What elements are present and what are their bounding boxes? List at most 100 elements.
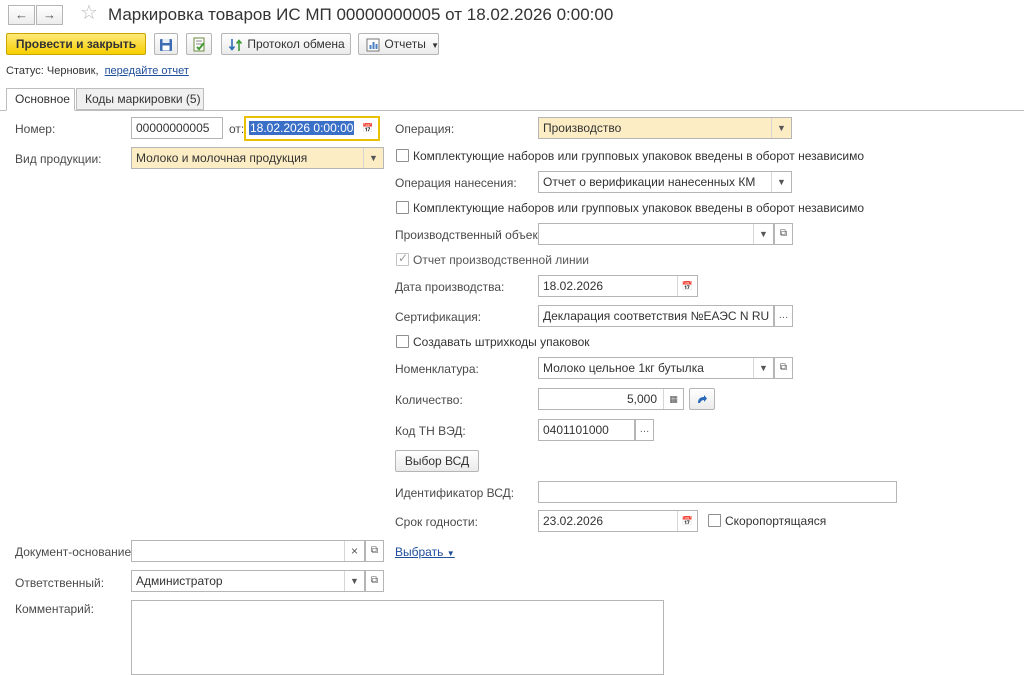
calendar-icon[interactable]: 📅	[677, 276, 697, 296]
arrow-left-icon: ←	[15, 7, 28, 22]
report-icon	[366, 38, 380, 52]
comment-field[interactable]	[131, 600, 664, 675]
number-value: 00000000005	[136, 121, 210, 135]
production-date-field[interactable]: 18.02.2026 📅	[538, 275, 698, 297]
perishable-label: Скоропортящаяся	[725, 514, 827, 528]
calendar-icon[interactable]: 📅	[677, 511, 697, 531]
base-document-label: Документ-основание:	[15, 545, 135, 559]
production-object-label: Производственный объект:	[395, 228, 547, 242]
status-line: Статус: Черновик, передайте отчет	[6, 65, 189, 77]
quantity-field[interactable]: 5,000 ▦	[538, 388, 684, 410]
floppy-disk-icon	[160, 38, 172, 51]
application-operation-label: Операция нанесения:	[395, 176, 517, 190]
forward-button[interactable]: →	[36, 5, 63, 25]
components-checkbox-1-label: Комплектующие наборов или групповых упак…	[413, 149, 865, 163]
nomenclature-value: Молоко цельное 1кг бутылка	[543, 361, 704, 375]
select-tnved-button[interactable]: …	[635, 419, 654, 441]
application-operation-value: Отчет о верификации нанесенных КМ	[543, 175, 756, 189]
post-and-close-button[interactable]: Провести и закрыть	[6, 33, 146, 55]
vsd-id-label: Идентификатор ВСД:	[395, 486, 515, 500]
application-operation-field[interactable]: Отчет о верификации нанесенных КМ ▼	[538, 171, 792, 193]
tab-divider	[0, 110, 1024, 111]
open-form-icon: ⧉	[779, 228, 788, 239]
open-production-object-button[interactable]: ⧉	[774, 223, 793, 245]
responsible-field[interactable]: Администратор ▼	[131, 570, 365, 592]
line-report-checkbox	[396, 251, 409, 266]
responsible-label: Ответственный:	[15, 576, 105, 590]
open-responsible-button[interactable]: ⧉	[365, 570, 384, 592]
date-field[interactable]: 18.02.2026 0:00:00 📅	[244, 116, 380, 141]
redo-arrow-icon	[698, 394, 707, 403]
perishable-checkbox[interactable]	[708, 514, 721, 527]
dropdown-arrow-icon[interactable]: ▼	[753, 358, 773, 378]
certification-label: Сертификация:	[395, 310, 482, 324]
responsible-value: Администратор	[136, 574, 223, 588]
date-value: 18.02.2026 0:00:00	[249, 121, 355, 135]
components-checkbox-2[interactable]	[396, 201, 409, 214]
operation-label: Операция:	[395, 122, 455, 136]
clear-icon[interactable]: ×	[344, 541, 364, 561]
product-type-label: Вид продукции:	[15, 152, 102, 166]
certification-field[interactable]: Декларация соответствия №ЕАЭС N RU Д-	[538, 305, 774, 327]
components-checkbox-2-label: Комплектующие наборов или групповых упак…	[413, 201, 865, 215]
date-from-label: от:	[229, 122, 245, 136]
open-form-icon: ⧉	[779, 362, 788, 373]
reports-label: Отчеты	[384, 37, 426, 51]
number-field[interactable]: 00000000005	[131, 117, 223, 139]
open-base-document-button[interactable]: ⧉	[365, 540, 384, 562]
exchange-icon	[228, 38, 243, 51]
tnved-code-label: Код ТН ВЭД:	[395, 424, 466, 438]
choose-link[interactable]: Выбрать ▼	[395, 545, 455, 559]
vsd-id-field[interactable]	[538, 481, 897, 503]
operation-field[interactable]: Производство ▼	[538, 117, 792, 139]
calendar-icon[interactable]: 📅	[358, 118, 378, 139]
open-form-icon: ⧉	[370, 575, 379, 586]
select-vsd-button[interactable]: Выбор ВСД	[395, 450, 479, 472]
calculator-icon[interactable]: ▦	[663, 389, 683, 409]
expiry-label: Срок годности:	[395, 515, 478, 529]
tnved-code-field[interactable]: 0401101000	[538, 419, 635, 441]
dropdown-arrow-icon[interactable]: ▼	[363, 148, 383, 168]
star-icon[interactable]: ☆	[80, 2, 98, 24]
dropdown-arrow-icon[interactable]: ▼	[344, 571, 364, 591]
recalculate-button[interactable]	[689, 388, 715, 410]
product-type-value: Молоко и молочная продукция	[136, 151, 308, 165]
exchange-protocol-button[interactable]: Протокол обмена	[221, 33, 351, 55]
tnved-code-value: 0401101000	[543, 423, 609, 437]
line-report-label: Отчет производственной линии	[413, 253, 590, 267]
dropdown-arrow-icon[interactable]: ▼	[771, 172, 791, 192]
operation-value: Производство	[543, 121, 622, 135]
quantity-value: 5,000	[626, 392, 657, 406]
select-certification-button[interactable]: …	[774, 305, 793, 327]
send-report-link[interactable]: передайте отчет	[105, 65, 189, 77]
open-form-icon: ⧉	[370, 545, 379, 556]
dropdown-arrow-icon[interactable]: ▼	[771, 118, 791, 138]
post-button[interactable]	[186, 33, 212, 55]
back-button[interactable]: ←	[8, 5, 35, 25]
dropdown-arrow-icon[interactable]: ▼	[753, 224, 773, 244]
status-value: Черновик,	[46, 65, 99, 77]
product-type-field[interactable]: Молоко и молочная продукция ▼	[131, 147, 384, 169]
open-nomenclature-button[interactable]: ⧉	[774, 357, 793, 379]
arrow-right-icon: →	[43, 7, 56, 22]
tab-marking-codes[interactable]: Коды маркировки (5)	[76, 88, 204, 110]
create-barcodes-checkbox[interactable]	[396, 335, 409, 348]
ellipsis-icon: …	[639, 424, 650, 435]
dropdown-arrow-icon: ▼	[446, 549, 455, 558]
expiry-value: 23.02.2026	[543, 514, 604, 528]
page-title: Маркировка товаров ИС МП 00000000005 от …	[108, 5, 614, 24]
number-label: Номер:	[15, 122, 56, 136]
reports-button[interactable]: Отчеты ▼	[358, 33, 439, 55]
base-document-field[interactable]: ×	[131, 540, 365, 562]
nomenclature-field[interactable]: Молоко цельное 1кг бутылка ▼	[538, 357, 774, 379]
dropdown-arrow-icon: ▼	[431, 41, 440, 50]
production-date-value: 18.02.2026	[543, 279, 604, 293]
tab-main[interactable]: Основное	[6, 88, 75, 111]
expiry-field[interactable]: 23.02.2026 📅	[538, 510, 698, 532]
create-barcodes-label: Создавать штрихкоды упаковок	[413, 335, 590, 349]
quantity-label: Количество:	[395, 393, 463, 407]
components-checkbox-1[interactable]	[396, 149, 409, 162]
post-document-icon	[193, 37, 205, 52]
save-button[interactable]	[154, 33, 178, 55]
production-object-field[interactable]: ▼	[538, 223, 774, 245]
